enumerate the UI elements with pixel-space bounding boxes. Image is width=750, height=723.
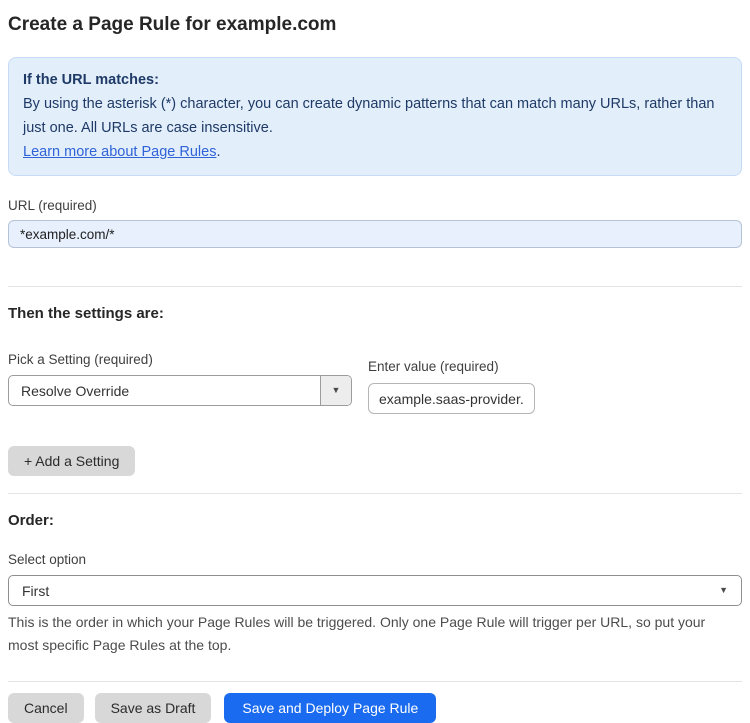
order-select-label: Select option bbox=[8, 552, 87, 567]
info-box-heading: If the URL matches: bbox=[23, 72, 159, 88]
link-suffix: . bbox=[216, 144, 221, 160]
footer-button-row: Cancel Save as Draft Save and Deploy Pag… bbox=[8, 693, 742, 723]
learn-more-link[interactable]: Learn more about Page Rules bbox=[23, 144, 216, 160]
setting-picker-label: Pick a Setting (required) bbox=[8, 352, 153, 367]
chevron-down-icon: ▼ bbox=[719, 585, 728, 595]
url-input[interactable] bbox=[8, 220, 742, 248]
page-title: Create a Page Rule for example.com bbox=[8, 14, 337, 35]
save-as-draft-button[interactable]: Save as Draft bbox=[94, 693, 212, 723]
order-selected-value: First bbox=[22, 582, 50, 599]
order-section-heading: Order: bbox=[8, 512, 54, 529]
setting-picker-arrow-button[interactable]: ▼ bbox=[320, 376, 351, 405]
order-select[interactable]: First ▼ bbox=[8, 575, 742, 606]
footer-divider bbox=[8, 681, 742, 682]
order-help-text: This is the order in which your Page Rul… bbox=[8, 614, 706, 653]
setting-value-input[interactable] bbox=[368, 383, 535, 414]
setting-picker-selected-value: Resolve Override bbox=[21, 382, 130, 399]
url-field-label: URL (required) bbox=[8, 198, 97, 213]
add-setting-button[interactable]: + Add a Setting bbox=[8, 446, 136, 476]
url-match-info-box: If the URL matches: By using the asteris… bbox=[8, 57, 742, 176]
section-divider bbox=[8, 286, 742, 287]
settings-row: Pick a Setting (required) Resolve Overri… bbox=[8, 352, 742, 414]
section-divider bbox=[8, 493, 742, 494]
cancel-button[interactable]: Cancel bbox=[8, 693, 84, 723]
setting-picker-column: Pick a Setting (required) Resolve Overri… bbox=[8, 352, 352, 406]
setting-value-column: Enter value (required) bbox=[368, 359, 535, 414]
chevron-down-icon: ▼ bbox=[331, 385, 341, 395]
save-and-deploy-button[interactable]: Save and Deploy Page Rule bbox=[224, 693, 437, 723]
info-box-link-line: Learn more about Page Rules. bbox=[23, 140, 727, 164]
setting-picker-dropdown[interactable]: Resolve Override ▼ bbox=[8, 375, 352, 406]
info-box-body: By using the asterisk (*) character, you… bbox=[23, 96, 715, 136]
setting-value-label: Enter value (required) bbox=[368, 359, 499, 374]
settings-section-heading: Then the settings are: bbox=[8, 305, 164, 322]
